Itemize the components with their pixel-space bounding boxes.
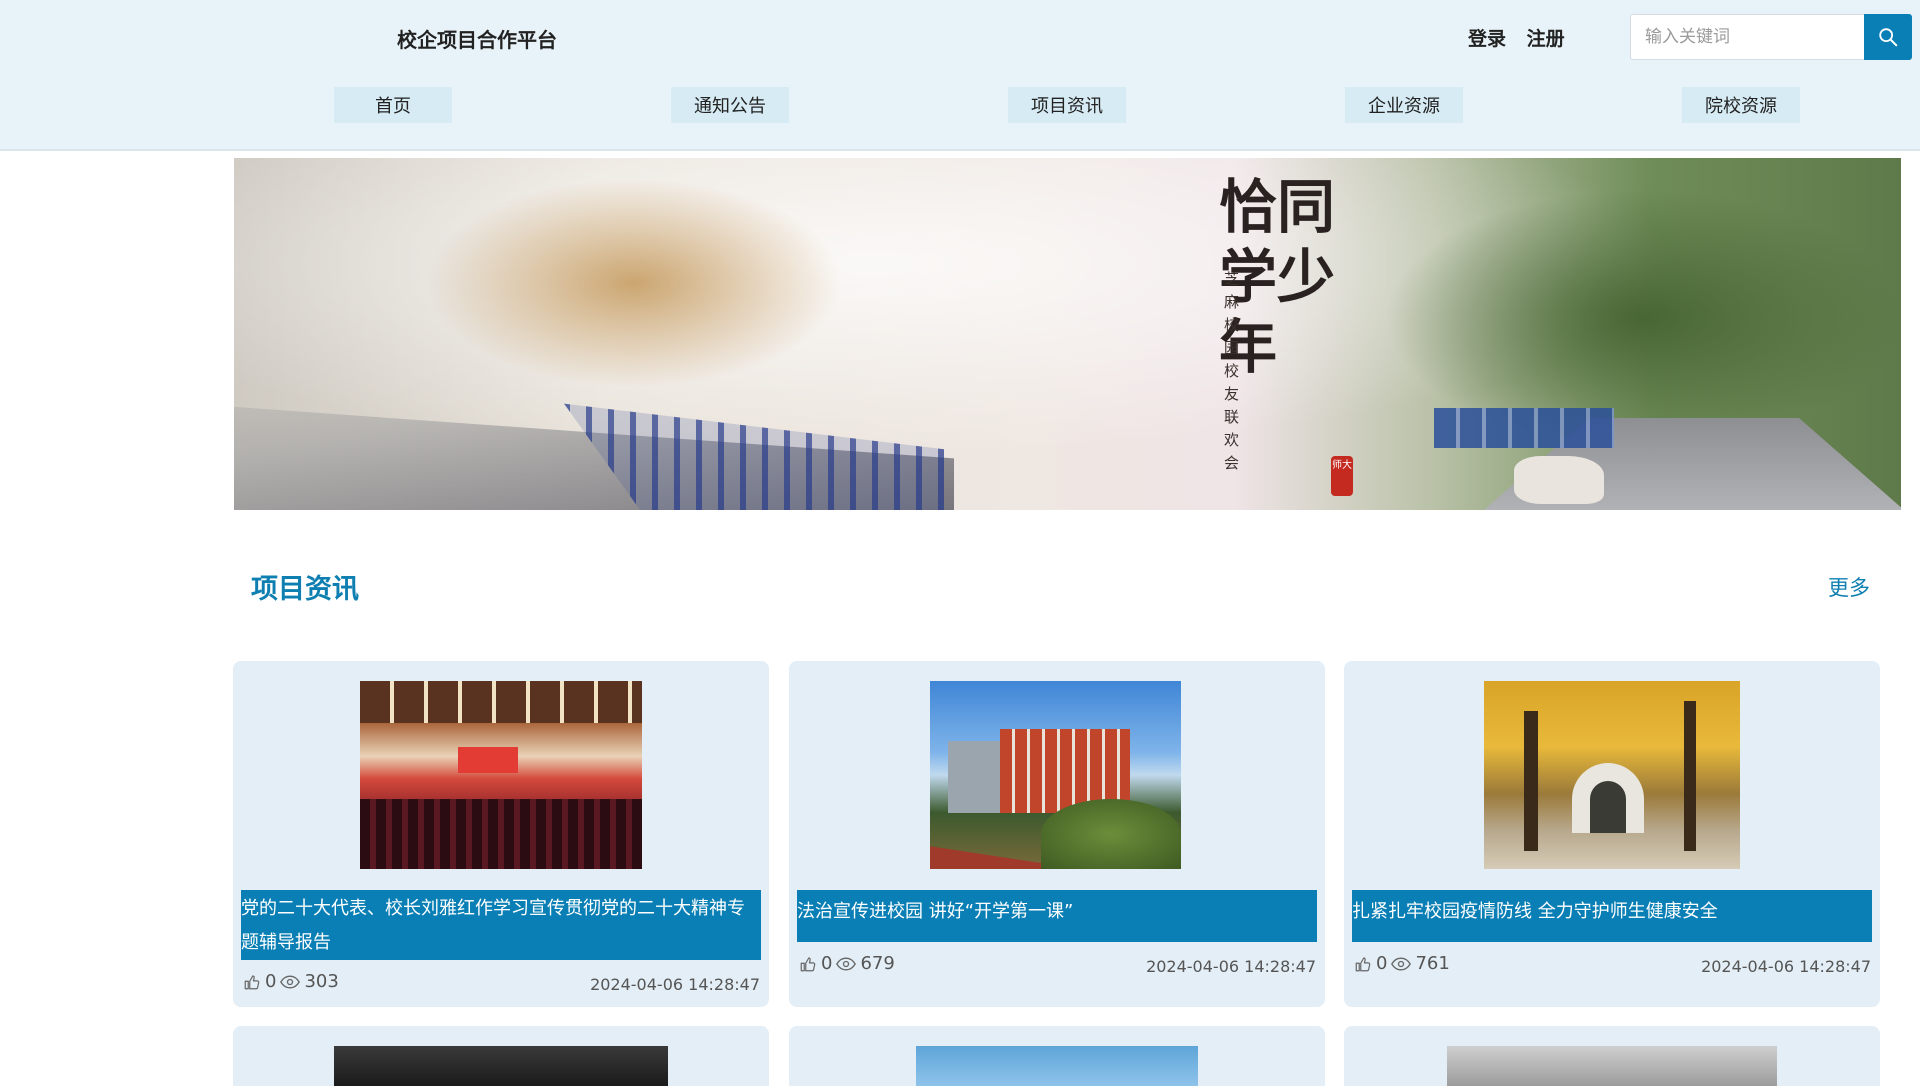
news-card[interactable]	[1344, 1026, 1880, 1086]
view-count: 761	[1415, 953, 1450, 974]
thumbs-up-icon[interactable]	[243, 973, 261, 991]
eye-icon	[1391, 956, 1412, 971]
banner-calligraphy-sub: 芝麻校园校友联欢会	[1224, 270, 1240, 472]
view-count: 679	[860, 953, 895, 974]
like-count: 0	[821, 953, 833, 974]
news-card-image	[1447, 1046, 1777, 1086]
banner-stone	[1514, 456, 1604, 504]
news-card[interactable]: 党的二十大代表、校长刘雅红作学习宣传贯彻党的二十大精神专题辅导报告 0 303 …	[233, 661, 769, 1007]
news-card[interactable]	[233, 1026, 769, 1086]
eye-icon	[836, 956, 857, 971]
news-card-image	[930, 681, 1181, 869]
banner-autumn-tree	[424, 178, 844, 388]
news-card-image	[916, 1046, 1198, 1086]
nav-item-project-news[interactable]: 项目资讯	[1008, 87, 1126, 123]
banner-bulletin-boards	[1434, 408, 1614, 448]
site-title[interactable]: 校企项目合作平台	[397, 24, 557, 53]
view-count: 303	[304, 971, 339, 992]
news-card-title[interactable]: 党的二十大代表、校长刘雅红作学习宣传贯彻党的二十大精神专题辅导报告	[241, 890, 761, 960]
news-card-stats: 0 303	[243, 971, 339, 992]
building-grey	[948, 741, 1004, 813]
thumbs-up-icon[interactable]	[799, 955, 817, 973]
like-count: 0	[265, 971, 277, 992]
news-card[interactable]: 法治宣传进校园 讲好“开学第一课” 0 679 2024-04-06 14:28…	[789, 661, 1325, 1007]
register-link[interactable]: 注册	[1527, 28, 1565, 50]
news-card-image	[334, 1046, 668, 1086]
like-count: 0	[1376, 953, 1388, 974]
news-card-image	[360, 681, 642, 869]
hall-seats	[360, 799, 642, 869]
news-card-image	[1484, 681, 1740, 869]
news-card[interactable]	[789, 1026, 1325, 1086]
news-card-date: 2024-04-06 14:28:47	[590, 975, 760, 994]
search-button[interactable]	[1864, 14, 1912, 60]
news-card-title[interactable]: 扎紧扎牢校园疫情防线 全力守护师生健康安全	[1352, 890, 1872, 942]
main-nav: 首页 通知公告 项目资讯 企业资源 院校资源	[0, 87, 1920, 123]
nav-item-notices[interactable]: 通知公告	[671, 87, 789, 123]
tree-trunk	[1684, 701, 1696, 851]
search-box	[1630, 14, 1912, 60]
hall-ceiling	[360, 681, 642, 723]
news-card-stats: 0 679	[799, 953, 895, 974]
search-input[interactable]	[1630, 14, 1864, 60]
login-link[interactable]: 登录	[1468, 28, 1506, 50]
hall-screen	[458, 747, 518, 773]
section-title: 项目资讯	[251, 574, 359, 605]
news-card-date: 2024-04-06 14:28:47	[1701, 957, 1871, 976]
tree-trunk	[1524, 711, 1538, 851]
eye-icon	[280, 974, 301, 989]
nav-item-college-resources[interactable]: 院校资源	[1682, 87, 1800, 123]
news-card-title[interactable]: 法治宣传进校园 讲好“开学第一课”	[797, 890, 1317, 942]
news-card[interactable]: 扎紧扎牢校园疫情防线 全力守护师生健康安全 0 761 2024-04-06 1…	[1344, 661, 1880, 1007]
nav-item-enterprise-resources[interactable]: 企业资源	[1345, 87, 1463, 123]
hero-banner[interactable]: 恰同学少年 芝麻校园校友联欢会 师大	[234, 158, 1901, 510]
campus-gate-arch	[1590, 781, 1626, 833]
banner-seal: 师大	[1331, 456, 1353, 496]
news-card-date: 2024-04-06 14:28:47	[1146, 957, 1316, 976]
auth-links: 登录 注册	[1468, 24, 1579, 51]
nav-item-home[interactable]: 首页	[334, 87, 452, 123]
site-header: 校企项目合作平台 登录 注册 首页 通知公告 项目资讯 企业资源 院校资源	[0, 0, 1920, 151]
garden	[1041, 799, 1181, 869]
more-link[interactable]: 更多	[1828, 572, 1870, 602]
thumbs-up-icon[interactable]	[1354, 955, 1372, 973]
news-card-stats: 0 761	[1354, 953, 1450, 974]
search-icon	[1879, 28, 1898, 47]
